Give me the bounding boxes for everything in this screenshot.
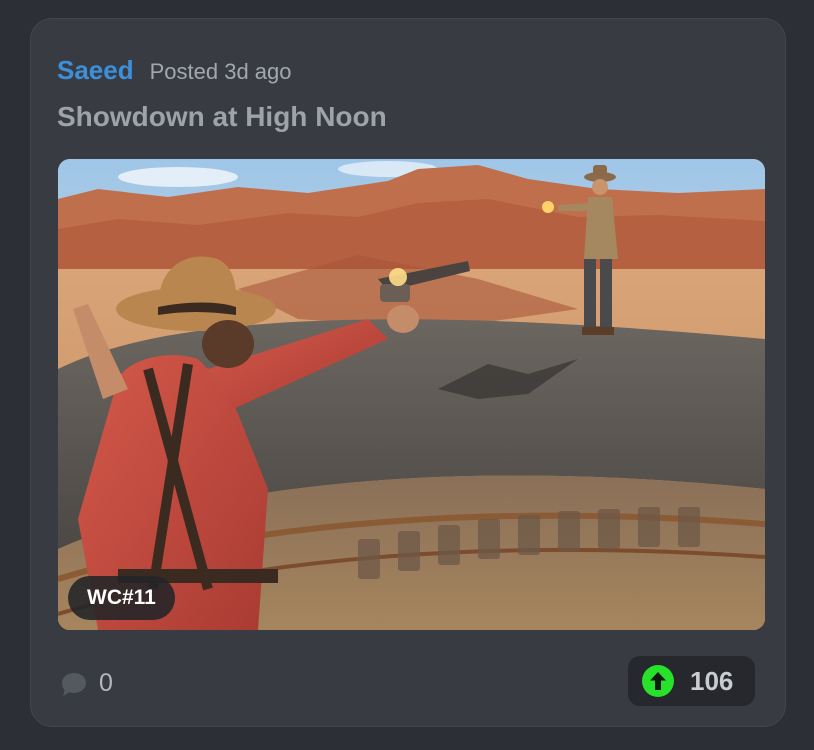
comment-button[interactable]: 0 (59, 669, 113, 698)
post-header: Saeed Posted 3d ago (57, 55, 292, 86)
post-card[interactable]: Saeed Posted 3d ago Showdown at High Noo… (30, 18, 786, 727)
upvote-count: 106 (690, 665, 734, 696)
challenge-badge[interactable]: WC#11 (68, 576, 175, 620)
author-name[interactable]: Saeed (57, 55, 134, 86)
post-image[interactable]: WC#11 (58, 159, 765, 630)
post-title[interactable]: Showdown at High Noon (57, 101, 387, 133)
comment-count: 0 (99, 669, 113, 697)
post-artwork (58, 159, 765, 630)
upvote-button[interactable]: 106 (628, 656, 755, 706)
post-timestamp: Posted 3d ago (149, 59, 292, 84)
speech-bubble-icon (62, 672, 86, 696)
arrow-up-circle-icon (642, 665, 674, 697)
